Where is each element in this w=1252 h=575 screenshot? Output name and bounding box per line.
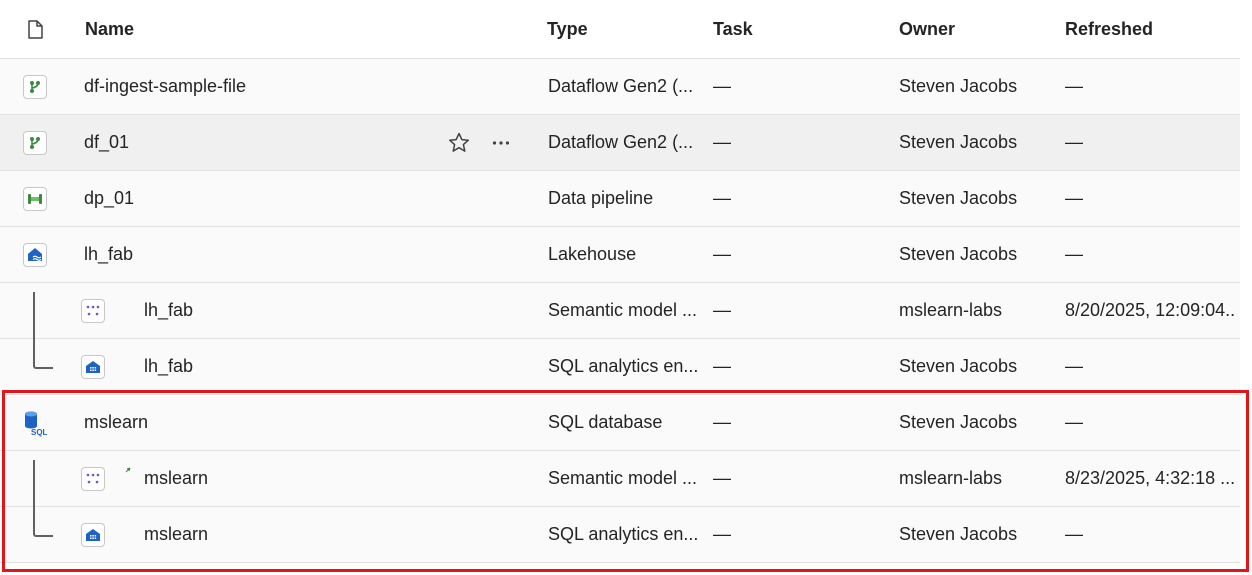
item-owner: Steven Jacobs: [899, 188, 1018, 208]
item-type: Dataflow Gen2 (...: [548, 76, 694, 96]
tree-connector: [33, 339, 53, 369]
tree-connector: [33, 507, 53, 537]
row-actions: [448, 115, 510, 170]
owner-column-header[interactable]: Owner: [899, 0, 1049, 58]
item-name[interactable]: mslearn: [84, 395, 434, 450]
item-name[interactable]: lh_fab: [144, 339, 434, 394]
lakehouse-icon: [23, 242, 47, 267]
item-task: —: [713, 188, 731, 208]
grid-header: Name Type Task Owner Refreshed: [0, 0, 1240, 59]
item-refreshed: —: [1065, 524, 1083, 544]
item-task: —: [713, 244, 731, 264]
favorite-star-icon[interactable]: [448, 132, 470, 153]
item-refreshed: —: [1065, 244, 1083, 264]
refreshed-column-header[interactable]: Refreshed: [1065, 0, 1235, 58]
item-type: Lakehouse: [548, 244, 637, 264]
sql-database-icon: SQL: [21, 409, 49, 437]
item-owner: Steven Jacobs: [899, 412, 1018, 432]
task-column-header[interactable]: Task: [713, 0, 863, 58]
table-row[interactable]: lh_fab SQL analytics en... — Steven Jaco…: [0, 339, 1240, 395]
dataflow-icon: [23, 74, 47, 99]
item-refreshed: —: [1065, 188, 1083, 208]
item-type: SQL database: [548, 412, 663, 432]
item-name[interactable]: mslearn: [144, 507, 434, 562]
item-owner: Steven Jacobs: [899, 76, 1018, 96]
item-name[interactable]: mslearn: [144, 451, 434, 506]
table-row[interactable]: SQL mslearn SQL database — Steven Jacobs…: [0, 395, 1240, 451]
type-column-header[interactable]: Type: [547, 0, 697, 58]
dataflow-icon: [23, 130, 47, 155]
item-type: Dataflow Gen2 (...: [548, 132, 694, 152]
item-refreshed: 8/20/2025, 12:09:04...: [1065, 300, 1235, 320]
item-owner: mslearn-labs: [899, 300, 1003, 320]
table-row[interactable]: mslearn SQL analytics en... — Steven Jac…: [0, 507, 1240, 563]
item-refreshed: —: [1065, 132, 1083, 152]
item-name[interactable]: lh_fab: [84, 227, 434, 282]
name-column-header[interactable]: Name: [85, 0, 435, 58]
item-type: SQL analytics en...: [548, 524, 698, 544]
item-name[interactable]: lh_fab: [144, 283, 434, 338]
item-owner: Steven Jacobs: [899, 244, 1018, 264]
document-icon: [28, 19, 43, 39]
semantic-model-icon: [81, 299, 105, 323]
table-row[interactable]: df_01 Dataflow Gen2 (... — Steven Jacobs…: [0, 115, 1240, 171]
item-owner: Steven Jacobs: [899, 132, 1018, 152]
item-name[interactable]: df-ingest-sample-file: [84, 59, 434, 114]
svg-text:SQL: SQL: [31, 428, 48, 437]
file-type-column-header[interactable]: [20, 0, 50, 58]
sql-endpoint-icon: [81, 355, 105, 379]
table-row[interactable]: mslearn Semantic model ... — mslearn-lab…: [0, 451, 1240, 507]
item-refreshed: —: [1065, 356, 1083, 376]
refresh-status-icon: [125, 467, 131, 473]
item-type: SQL analytics en...: [548, 356, 698, 376]
sql-endpoint-icon: [81, 523, 105, 547]
item-name[interactable]: df_01: [84, 115, 384, 170]
table-row[interactable]: dp_01 Data pipeline — Steven Jacobs —: [0, 171, 1240, 227]
item-task: —: [713, 412, 731, 432]
item-owner: Steven Jacobs: [899, 524, 1018, 544]
tree-connector: [33, 292, 53, 339]
semantic-model-icon: [81, 467, 105, 491]
item-task: —: [713, 300, 731, 320]
table-row[interactable]: lh_fab Lakehouse — Steven Jacobs —: [0, 227, 1240, 283]
item-task: —: [713, 76, 731, 96]
more-options-icon[interactable]: [492, 140, 510, 146]
table-row[interactable]: df-ingest-sample-file Dataflow Gen2 (...…: [0, 59, 1240, 115]
table-row[interactable]: lh_fab Semantic model ... — mslearn-labs…: [0, 283, 1240, 339]
item-owner: Steven Jacobs: [899, 356, 1018, 376]
item-refreshed: 8/23/2025, 4:32:18 ...: [1065, 468, 1235, 488]
item-type: Semantic model ...: [548, 468, 698, 488]
item-owner: mslearn-labs: [899, 468, 1003, 488]
item-task: —: [713, 132, 731, 152]
item-type: Semantic model ...: [548, 300, 698, 320]
pipeline-icon: [23, 186, 47, 211]
item-refreshed: —: [1065, 76, 1083, 96]
item-task: —: [713, 524, 731, 544]
item-refreshed: —: [1065, 412, 1083, 432]
item-task: —: [713, 468, 731, 488]
tree-connector: [33, 460, 53, 507]
item-name[interactable]: dp_01: [84, 171, 434, 226]
item-task: —: [713, 356, 731, 376]
item-type: Data pipeline: [548, 188, 654, 208]
